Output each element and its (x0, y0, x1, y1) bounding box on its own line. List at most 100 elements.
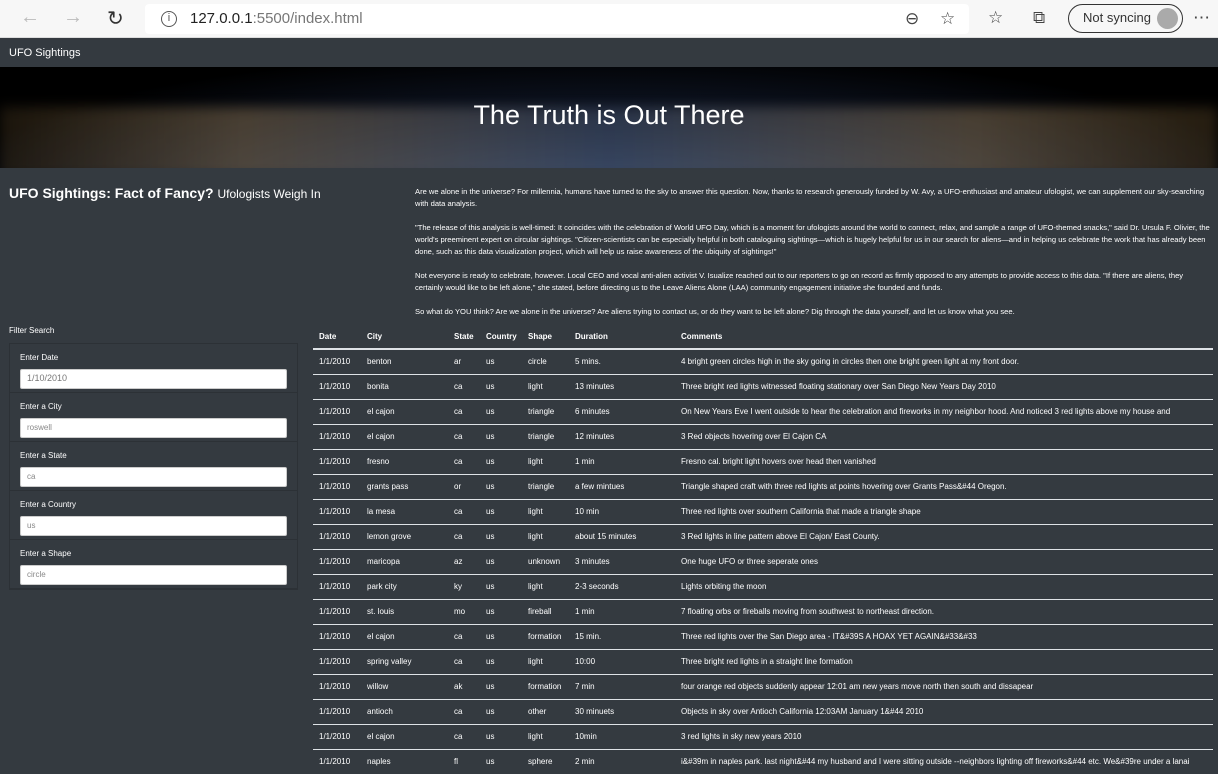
table-cell: 1/1/2010 (313, 398, 361, 424)
table-row: 1/1/2010 fresno ca us light 1 min Fresno cal. … (313, 448, 1213, 474)
table-cell: 1/1/2010 (313, 348, 361, 374)
table-row: 1/1/2010 st. louis mo us fireball 1 min 7 floa… (313, 598, 1213, 624)
table-cell: 5 mins. (569, 348, 675, 374)
table-cell: formation (522, 623, 569, 649)
collections-icon[interactable]: ⧉ (1033, 8, 1045, 28)
table-cell: lemon grove (361, 523, 448, 549)
table-cell: us (480, 473, 522, 499)
table-cell: ca (448, 698, 480, 724)
banner-title: The Truth is Out There (473, 100, 745, 130)
address-bar[interactable]: i 127.0.0.1:5500/index.html ⊖ ☆ (145, 4, 969, 34)
filter-input[interactable] (20, 368, 287, 389)
table-cell: fresno (361, 448, 448, 474)
paragraph: So what do YOU think? Are we alone in th… (415, 307, 1015, 316)
date-input-wrapper: 1/10/2010 (20, 368, 287, 389)
table-cell: sphere (522, 748, 569, 774)
table-cell: triangle (522, 473, 569, 499)
ufo-table: Date City State Country Shape Duration Comment… (313, 325, 1213, 774)
filter-item: Enter Date 1/10/2010 (10, 344, 297, 393)
table-cell: light (522, 498, 569, 524)
table-header: Date City State Country Shape Duration Comment… (313, 325, 1213, 350)
table-cell: ca (448, 448, 480, 474)
table-cell: us (480, 573, 522, 599)
table-cell: us (480, 498, 522, 524)
table-cell: ca (448, 723, 480, 749)
back-icon[interactable]: ← (20, 6, 40, 29)
table-row: 1/1/2010 bonita ca us light 13 minutes Three b… (313, 373, 1213, 399)
table-cell: 1/1/2010 (313, 623, 361, 649)
table-cell: us (480, 623, 522, 649)
table-cell: grants pass (361, 473, 448, 499)
table-cell: light (522, 523, 569, 549)
table-cell: willow (361, 673, 448, 699)
table-cell: la mesa (361, 498, 448, 524)
info-icon[interactable]: i (161, 11, 177, 27)
table-cell: st. louis (361, 598, 448, 624)
table-cell: Lights orbiting the moon (675, 573, 1213, 599)
column-header[interactable]: Shape (522, 325, 569, 350)
filter-item: Enter a Country (10, 491, 297, 540)
filter-list: Enter Date 1/10/2010 Enter a City Enter a S… (9, 343, 298, 590)
table-row: 1/1/2010 grants pass or us triangle a few min… (313, 473, 1213, 499)
table-cell: 1/1/2010 (313, 598, 361, 624)
column-header[interactable]: Date (313, 325, 361, 350)
favorites-icon[interactable]: ☆ (988, 8, 1003, 28)
table-cell: 2-3 seconds (569, 573, 675, 599)
table-cell: 13 minutes (569, 373, 675, 399)
table-cell: One huge UFO or three seperate ones (675, 548, 1213, 574)
table-cell: el cajon (361, 423, 448, 449)
url-path: :5500/index.html (252, 10, 363, 27)
add-favorite-icon[interactable]: ☆ (940, 4, 955, 34)
filter-item: Enter a City (10, 393, 297, 442)
table-cell: us (480, 548, 522, 574)
table-cell: other (522, 698, 569, 724)
table-cell: antioch (361, 698, 448, 724)
table-cell: or (448, 473, 480, 499)
table-cell: 1/1/2010 (313, 648, 361, 674)
table-cell: us (480, 373, 522, 399)
table-cell: fireball (522, 598, 569, 624)
table-row: 1/1/2010 park city ky us light 2-3 seconds Lig… (313, 573, 1213, 599)
navbar: UFO Sightings (0, 38, 1218, 67)
sync-label: Not syncing (1083, 10, 1151, 25)
table-cell: ca (448, 623, 480, 649)
filter-input[interactable] (20, 515, 287, 536)
zoom-out-icon[interactable]: ⊖ (905, 4, 919, 34)
more-icon[interactable]: ⋯ (1193, 8, 1210, 28)
forward-icon[interactable]: → (63, 6, 83, 29)
table-cell: formation (522, 673, 569, 699)
table-cell: ak (448, 673, 480, 699)
table-cell: 12 minutes (569, 423, 675, 449)
table-cell: 3 Red lights in line pattern above El Ca… (675, 523, 1213, 549)
navbar-brand[interactable]: UFO Sightings (9, 47, 81, 59)
table-cell: 3 red lights in sky new years 2010 (675, 723, 1213, 749)
reload-icon[interactable]: ↻ (107, 6, 124, 31)
filter-label: Enter Date (20, 353, 59, 362)
table-cell: 3 minutes (569, 548, 675, 574)
column-header[interactable]: State (448, 325, 480, 350)
column-header[interactable]: Duration (569, 325, 675, 350)
column-header[interactable]: City (361, 325, 448, 350)
filter-label: Enter a Shape (20, 549, 72, 558)
table-cell: us (480, 748, 522, 774)
table-row: 1/1/2010 maricopa az us unknown 3 minutes One … (313, 548, 1213, 574)
filter-input[interactable] (20, 417, 287, 438)
table-cell: 1/1/2010 (313, 448, 361, 474)
table-cell: light (522, 648, 569, 674)
table-cell: i&#39m in naples park. last night&#44 my… (675, 748, 1213, 774)
column-header[interactable]: Comments (675, 325, 1213, 350)
table-cell: 7 min (569, 673, 675, 699)
paragraph: Are we alone in the universe? For millen… (415, 187, 1205, 208)
table-cell: fl (448, 748, 480, 774)
table-cell: circle (522, 348, 569, 374)
table-cell: 7 floating orbs or fireballs moving from… (675, 598, 1213, 624)
table-cell: light (522, 448, 569, 474)
avatar (1157, 8, 1178, 29)
table-cell: mo (448, 598, 480, 624)
profile-sync-button[interactable]: Not syncing (1068, 4, 1183, 33)
table-cell: us (480, 348, 522, 374)
column-header[interactable]: Country (480, 325, 522, 350)
table-cell: bonita (361, 373, 448, 399)
filter-input[interactable] (20, 564, 287, 585)
filter-input[interactable] (20, 466, 287, 487)
